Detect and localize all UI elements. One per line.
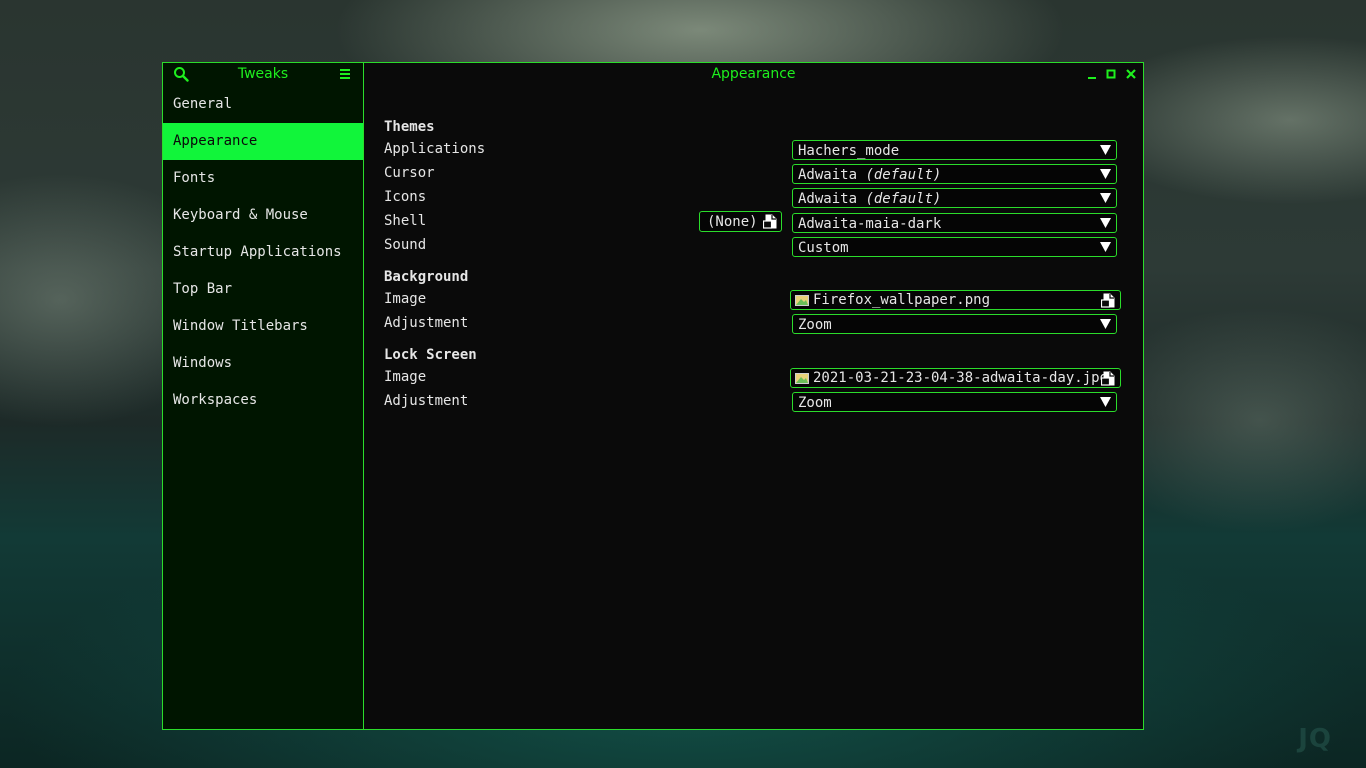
document-icon [763,214,777,229]
shell-file-value: (None) [707,214,758,230]
shell-theme-file-button[interactable]: (None) [699,211,782,232]
lock-screen-image-chooser[interactable]: 2021-03-21-23-04-38-adwaita-day.jpg [790,368,1121,388]
background-image-label: Image [384,291,427,307]
lock-screen-image-label: Image [384,369,427,385]
dropdown-arrow-icon [1100,242,1111,252]
sidebar-item-fonts[interactable]: Fonts [163,160,363,197]
sidebar-item-keyboard-mouse[interactable]: Keyboard & Mouse [163,197,363,234]
background-adjustment-label: Adjustment [384,315,469,331]
sidebar-nav: General Appearance Fonts Keyboard & Mous… [163,86,363,419]
page-title: Appearance [711,66,796,82]
dropdown-arrow-icon [1100,145,1111,155]
content-header: Appearance [364,63,1143,85]
themes-heading: Themes [384,119,435,135]
dropdown-arrow-icon [1100,319,1111,329]
dropdown-arrow-icon [1100,169,1111,179]
cursor-theme-value: Adwaita (default) [798,167,942,183]
shell-label: Shell [384,213,427,229]
cursor-theme-dropdown[interactable]: Adwaita (default) [792,164,1117,184]
background-image-value: Firefox_wallpaper.png [813,292,991,308]
applications-theme-value: Hachers_mode [798,143,900,159]
shell-theme-dropdown[interactable]: Adwaita-maia-dark [792,213,1117,233]
icons-label: Icons [384,189,427,205]
applications-theme-dropdown[interactable]: Hachers_mode [792,140,1117,160]
sidebar-item-startup-applications[interactable]: Startup Applications [163,234,363,271]
sidebar: Tweaks General Appearance Fonts Keyboard… [163,63,364,729]
sidebar-item-appearance[interactable]: Appearance [163,123,363,160]
background-image-chooser[interactable]: Firefox_wallpaper.png [790,290,1121,310]
icons-theme-value: Adwaita (default) [798,191,942,207]
tweaks-window: Tweaks General Appearance Fonts Keyboard… [162,62,1144,730]
maximize-icon[interactable] [1105,68,1117,80]
document-icon [1101,371,1115,386]
sidebar-item-workspaces[interactable]: Workspaces [163,382,363,419]
image-file-icon [795,373,809,384]
dropdown-arrow-icon [1100,218,1111,228]
sound-label: Sound [384,237,427,253]
wallpaper-watermark: JQ [1298,724,1332,754]
sidebar-title: Tweaks [237,66,289,82]
background-adjustment-dropdown[interactable]: Zoom [792,314,1117,334]
dropdown-arrow-icon [1100,193,1111,203]
sound-theme-dropdown[interactable]: Custom [792,237,1117,257]
sidebar-item-window-titlebars[interactable]: Window Titlebars [163,308,363,345]
lock-screen-heading: Lock Screen [384,347,477,363]
lock-screen-adjustment-dropdown[interactable]: Zoom [792,392,1117,412]
image-file-icon [795,295,809,306]
lock-screen-adjustment-value: Zoom [798,395,832,411]
hamburger-menu-icon[interactable] [338,67,352,81]
sound-theme-value: Custom [798,240,849,256]
background-adjustment-value: Zoom [798,317,832,333]
content-pane: Appearance Themes Applications Hachers_m… [364,63,1143,729]
applications-label: Applications [384,141,486,157]
dropdown-arrow-icon [1100,397,1111,407]
lock-screen-image-value: 2021-03-21-23-04-38-adwaita-day.jpg [813,370,1109,386]
sidebar-header: Tweaks [163,63,363,85]
shell-theme-value: Adwaita-maia-dark [798,216,942,232]
sidebar-item-windows[interactable]: Windows [163,345,363,382]
document-icon [1101,293,1115,308]
background-heading: Background [384,269,469,285]
close-icon[interactable] [1125,68,1137,80]
lock-screen-adjustment-label: Adjustment [384,393,469,409]
icons-theme-dropdown[interactable]: Adwaita (default) [792,188,1117,208]
sidebar-item-top-bar[interactable]: Top Bar [163,271,363,308]
sidebar-item-general[interactable]: General [163,86,363,123]
cursor-label: Cursor [384,165,435,181]
minimize-icon[interactable] [1086,68,1098,80]
